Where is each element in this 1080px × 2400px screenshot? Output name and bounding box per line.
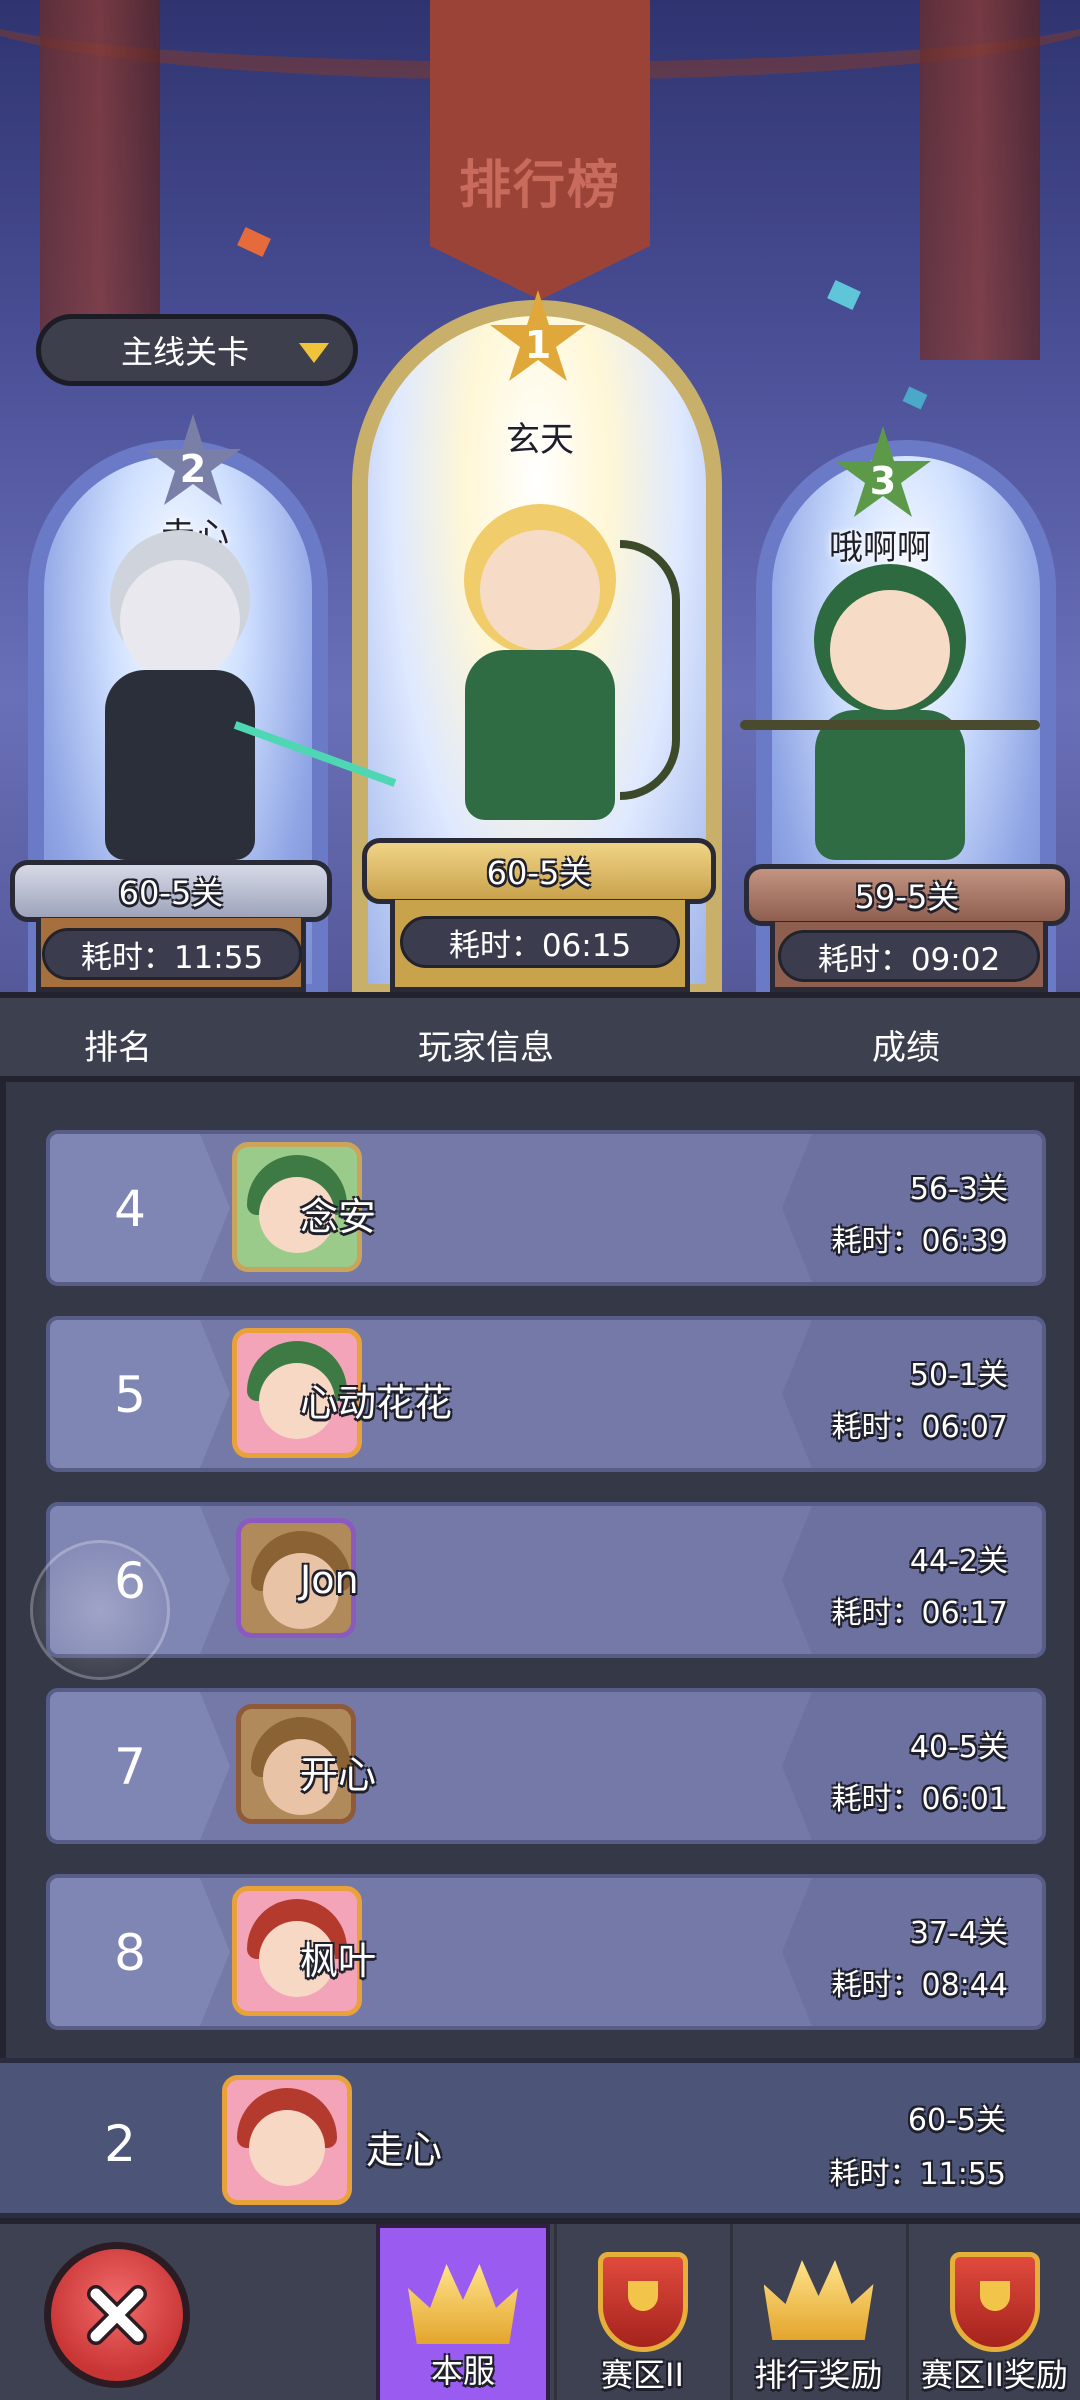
- table-row[interactable]: 8 枫叶 37-4关 耗时：08:44: [46, 1874, 1046, 2030]
- row-time: 耗时：06:07: [831, 1410, 1008, 1445]
- row-time: 耗时：06:39: [831, 1224, 1008, 1259]
- row-time: 耗时：06:17: [831, 1596, 1008, 1631]
- trophy-shield-icon: [949, 2252, 1040, 2352]
- row-stage: 37-4关: [909, 1916, 1008, 1951]
- podium-time-1: 耗时：06:15: [400, 916, 680, 968]
- close-icon: [87, 2285, 147, 2345]
- table-row[interactable]: 5 心动花花 50-1关 耗时：06:07: [46, 1316, 1046, 1472]
- crown-icon: [408, 2264, 518, 2344]
- bottom-tab-bar: 本服 赛区II 排行奖励 赛区II奖励: [0, 2218, 1080, 2400]
- my-stage: 60-5关: [907, 2103, 1006, 2138]
- player-name: 念安: [300, 1195, 377, 1239]
- tab-local-server[interactable]: 本服: [376, 2224, 550, 2400]
- page-title: 排行榜: [458, 155, 621, 216]
- curtain-left: [40, 0, 160, 360]
- crown-icon: [763, 2260, 874, 2340]
- character-rank-2[interactable]: [50, 550, 397, 870]
- row-time: 耗时：08:44: [831, 1968, 1008, 2003]
- confetti: [237, 227, 271, 257]
- confetti: [902, 386, 928, 410]
- row-stage: 56-3关: [909, 1172, 1008, 1207]
- podium-stage-1: 60-5关: [362, 838, 716, 904]
- row-rank: 5: [114, 1366, 146, 1424]
- player-name: Jon: [300, 1558, 359, 1602]
- column-rank: 排名: [84, 1028, 152, 1068]
- player-name: 开心: [300, 1753, 377, 1797]
- character-rank-1[interactable]: [400, 500, 680, 830]
- table-row[interactable]: 7 开心 40-5关 耗时：06:01: [46, 1688, 1046, 1844]
- my-rank-row[interactable]: 2 走心 60-5关 耗时：11:55: [0, 2058, 1080, 2218]
- my-avatar[interactable]: [222, 2075, 352, 2205]
- character-rank-3[interactable]: [740, 560, 1040, 870]
- my-rank: 2: [104, 2115, 136, 2173]
- row-stage: 44-2关: [909, 1544, 1008, 1579]
- tab-ranking-rewards[interactable]: 排行奖励: [730, 2224, 904, 2400]
- my-player-name: 走心: [366, 2128, 443, 2172]
- row-stage: 50-1关: [909, 1358, 1008, 1393]
- column-player: 玩家信息: [418, 1028, 554, 1068]
- player-name: 心动花花: [300, 1381, 453, 1425]
- chevron-down-icon: [299, 343, 329, 363]
- row-time: 耗时：06:01: [831, 1782, 1008, 1817]
- table-row[interactable]: 6 Jon 44-2关 耗时：06:17: [46, 1502, 1046, 1658]
- curtain-right: [920, 0, 1040, 360]
- row-stage: 40-5关: [909, 1730, 1008, 1765]
- category-dropdown-value: 主线关卡: [121, 333, 250, 371]
- my-time: 耗时：11:55: [829, 2157, 1006, 2192]
- player-name: 枫叶: [300, 1939, 377, 1983]
- confetti: [827, 280, 861, 310]
- podium-scene: 排行榜 2 1 3 走心 玄天 哦啊啊 60-5关 耗时：11:55 60-5关…: [0, 0, 1080, 992]
- podium-stage-3: 59-5关: [744, 864, 1070, 926]
- touch-sparkle-effect: [30, 1540, 170, 1680]
- row-rank: 4: [114, 1180, 146, 1238]
- column-score: 成绩: [872, 1028, 940, 1068]
- tab-zone-rewards[interactable]: 赛区II奖励: [906, 2224, 1080, 2400]
- table-row[interactable]: 4 念安 56-3关 耗时：06:39: [46, 1130, 1046, 1286]
- row-rank: 7: [114, 1738, 146, 1796]
- podium-time-2: 耗时：11:55: [42, 928, 302, 980]
- list-header: 排名 玩家信息 成绩: [0, 992, 1080, 1082]
- podium-time-3: 耗时：09:02: [778, 930, 1040, 982]
- trophy-shield-icon: [597, 2252, 688, 2352]
- tab-zone[interactable]: 赛区II: [554, 2224, 728, 2400]
- row-rank: 8: [114, 1924, 146, 1982]
- podium-stage-2: 60-5关: [10, 860, 332, 922]
- category-dropdown[interactable]: 主线关卡: [36, 314, 358, 386]
- close-button[interactable]: [44, 2242, 190, 2388]
- title-banner: 排行榜: [430, 0, 650, 300]
- ranking-list[interactable]: 4 念安 56-3关 耗时：06:39 5 心动花花 50-1关 耗时：06:0…: [0, 1082, 1080, 2060]
- podium-name-1: 玄天: [506, 420, 574, 460]
